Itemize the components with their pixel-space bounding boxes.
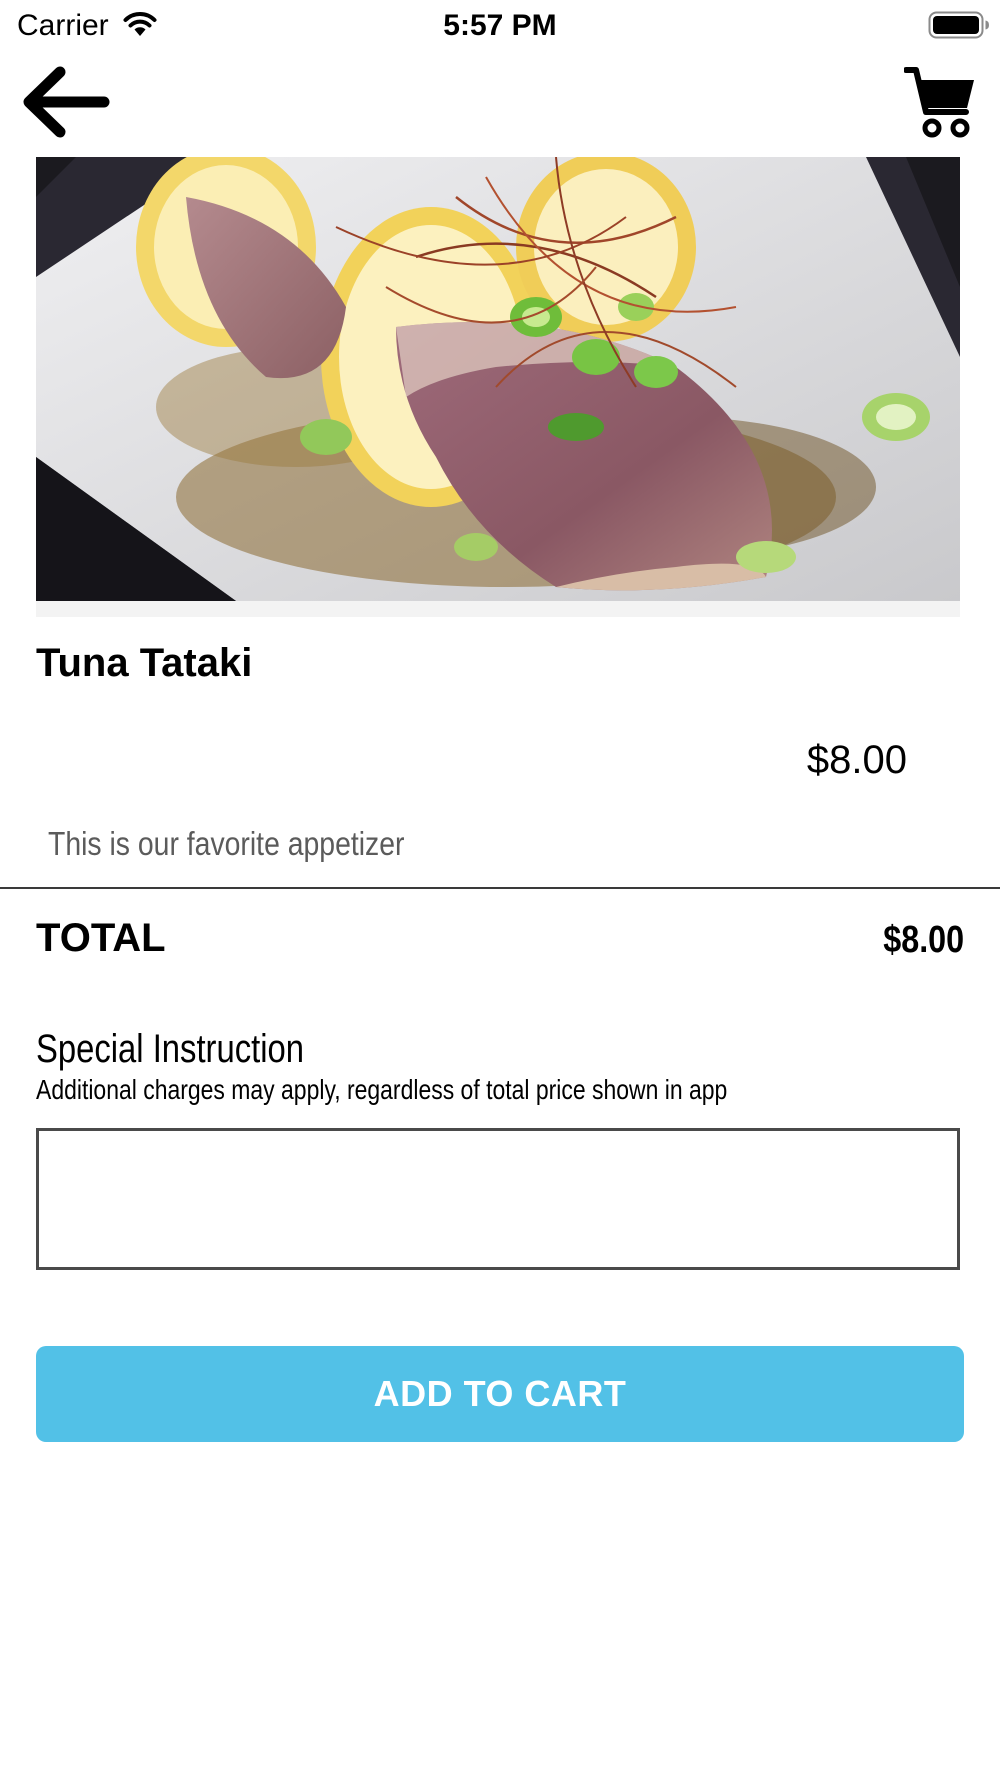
divider <box>0 887 1000 889</box>
shopping-cart-icon <box>903 67 974 138</box>
back-button[interactable] <box>20 60 110 140</box>
arrow-left-icon <box>23 66 110 138</box>
item-description: This is our favorite appetizer <box>48 825 405 862</box>
special-instruction-title: Special Instruction <box>36 1027 305 1071</box>
special-instruction-input[interactable] <box>36 1128 960 1270</box>
total-label: TOTAL <box>36 916 166 960</box>
total-value: $8.00 <box>883 919 964 961</box>
item-price: $8.00 <box>806 738 907 782</box>
item-detail-screen: Carrier 5:57 PM Tuna Tataki $8.00 This i… <box>0 0 1000 1778</box>
item-name: Tuna Tataki <box>36 641 253 685</box>
status-bar: Carrier 5:57 PM <box>0 0 1000 52</box>
special-instruction-note: Additional charges may apply, regardless… <box>36 1074 728 1105</box>
photo-caption-strip <box>36 601 960 617</box>
add-to-cart-button[interactable]: ADD TO CART <box>36 1346 964 1442</box>
cart-button[interactable] <box>903 64 976 140</box>
status-time: 5:57 PM <box>443 9 557 42</box>
food-photo <box>36 157 960 601</box>
battery-icon <box>928 11 989 39</box>
